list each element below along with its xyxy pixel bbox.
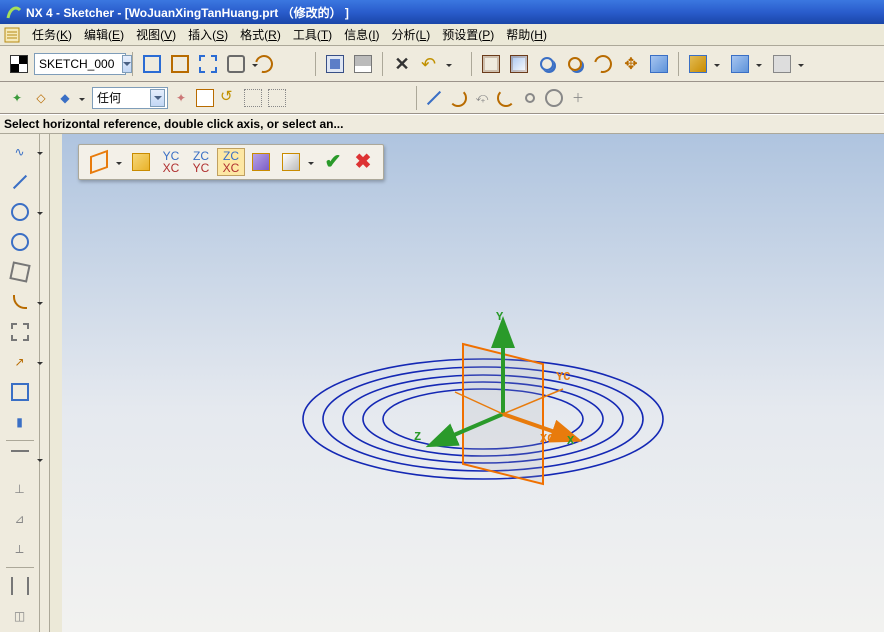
pan-button[interactable]: ✥ [618,51,644,77]
offset-button[interactable]: ◫ [6,602,34,630]
profile-button[interactable]: ∿ [6,138,34,166]
title-bar: NX 4 - Sketcher - [WoJuanXingTanHuang.pr… [0,0,884,24]
snap-wcs-button[interactable]: ↺ [218,87,240,109]
orient-view-button[interactable] [139,51,165,77]
xc-axis-label: XC [540,432,554,446]
circle-button[interactable] [6,228,34,256]
separator [315,52,316,76]
separator [6,440,34,441]
curve-tangent-button[interactable]: ⤽ [471,87,493,109]
rectangle-button[interactable] [6,378,34,406]
separator [471,52,472,76]
zoom-in-out-button[interactable] [562,51,588,77]
polyline-button[interactable] [6,258,34,286]
menu-analyze[interactable]: 分析(L) [386,24,437,45]
separator [678,52,679,76]
prompt-text: Select horizontal reference, double clic… [4,117,343,131]
left-toolbar: ∿ ↗ ▮ ⊥ ⊿ ⟂ ◫ [0,134,40,632]
work-area: ∿ ↗ ▮ ⊥ ⊿ ⟂ ◫ YCXC ZCYC ZCXC [0,134,884,632]
reattach-button[interactable] [167,51,193,77]
dropdown-arrow-icon [150,89,165,107]
trim-button[interactable] [6,318,34,346]
separator [6,567,34,568]
curve-arc2-button[interactable] [495,87,517,109]
main-toolbar: SKETCH_000 ✕ ↶ ✥ [0,46,884,82]
finish-flag-button[interactable] [6,51,32,77]
point-button[interactable]: ▮ [6,408,34,436]
z-axis-label: Z [414,430,421,444]
menu-view[interactable]: 视图(V) [130,24,182,45]
snap-list-button[interactable] [194,87,216,109]
separator [416,86,417,110]
constraint-button[interactable]: ⊥ [6,475,34,503]
sel-filter2-button[interactable]: ◇ [30,87,52,109]
snap-grid-a-button[interactable] [242,87,264,109]
yc-axis-label: YC [556,370,570,384]
separator [382,52,383,76]
curve-point-button[interactable]: ＋ [567,87,589,109]
selection-filter-dropdown[interactable]: 任何 [92,87,168,109]
undo-button[interactable]: ↶ [417,51,443,77]
rotate-button[interactable] [590,51,616,77]
menu-icon [4,27,20,43]
fit-button[interactable] [478,51,504,77]
zoom-button[interactable] [534,51,560,77]
menu-format[interactable]: 格式(R) [234,24,287,45]
menu-help[interactable]: 帮助(H) [500,24,553,45]
menu-insert[interactable]: 插入(S) [182,24,234,45]
menu-edit[interactable]: 编辑(E) [78,24,130,45]
menu-tasks[interactable]: 任务(K) [26,24,78,45]
prompt-bar: Select horizontal reference, double clic… [0,114,884,134]
save-button[interactable] [322,51,348,77]
dropdown-arrow-icon [122,55,132,73]
sel-filter1-button[interactable]: ✦ [6,87,28,109]
menu-bar: 任务(K) 编辑(E) 视图(V) 插入(S) 格式(R) 工具(T) 信息(I… [0,24,884,46]
separator [132,52,133,76]
curve-line-button[interactable] [423,87,445,109]
sketch-select-value: SKETCH_000 [39,57,114,71]
title-text: NX 4 - Sketcher - [WoJuanXingTanHuang.pr… [26,4,349,21]
x-axis-label: X [567,434,574,448]
snap-point-button[interactable]: ✦ [170,87,192,109]
print-button[interactable] [350,51,376,77]
snap-grid-b-button[interactable] [266,87,288,109]
menu-info[interactable]: 信息(I) [338,24,385,45]
dimension-button[interactable] [6,445,34,473]
secondary-toolbar: ✦ ◇ ◆ 任何 ✦ ↺ ⤽ ＋ [0,82,884,114]
show-constraint-button[interactable]: ⟂ [6,535,34,563]
update-button[interactable] [223,51,249,77]
display-button[interactable] [251,51,277,77]
wireframe-button[interactable] [727,51,753,77]
canvas-wrap: YCXC ZCYC ZCXC ✔ ✖ [50,134,884,632]
arc-button[interactable] [6,198,34,226]
model-view-graphic [62,134,884,632]
curve-arc-button[interactable] [447,87,469,109]
auto-constraint-button[interactable]: ⊿ [6,505,34,533]
fillet-button[interactable] [6,288,34,316]
view-front-button[interactable] [646,51,672,77]
menu-prefs[interactable]: 预设置(P) [436,24,500,45]
line-button[interactable] [6,168,34,196]
app-icon [6,4,22,20]
curve-circle-center-button[interactable] [519,87,541,109]
zoom-area-button[interactable] [506,51,532,77]
graphics-canvas[interactable]: YCXC ZCYC ZCXC ✔ ✖ [62,134,884,632]
toolbar-gutter [40,134,50,632]
mirror-button[interactable] [6,572,34,600]
menu-tools[interactable]: 工具(T) [287,24,338,45]
layer-button[interactable] [769,51,795,77]
sel-filter3-button[interactable]: ◆ [54,87,76,109]
y-axis-label: Y [496,310,503,324]
curve-circle-button[interactable] [543,87,565,109]
delete-button[interactable]: ✕ [389,51,415,77]
selection-filter-value: 任何 [97,89,121,106]
sketch-select-dropdown[interactable]: SKETCH_000 [34,53,126,75]
shaded-button[interactable] [685,51,711,77]
create-button[interactable] [195,51,221,77]
extend-button[interactable]: ↗ [6,348,34,376]
